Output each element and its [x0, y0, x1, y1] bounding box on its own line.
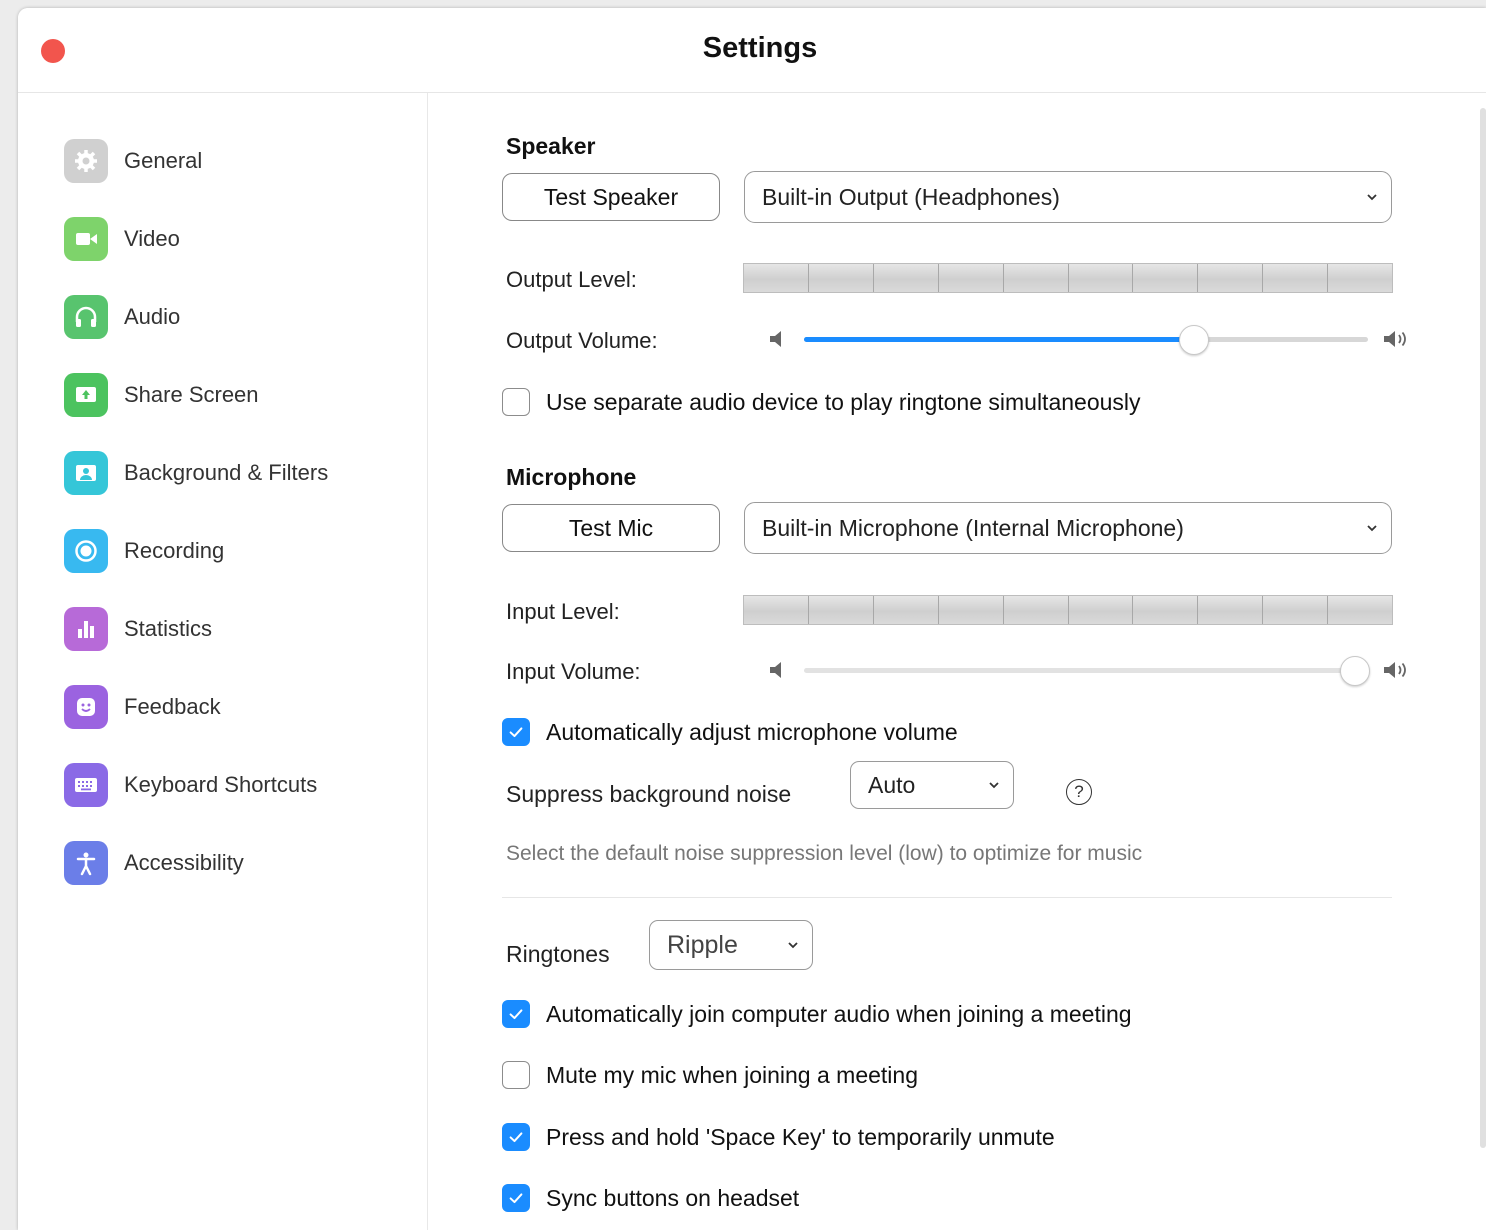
input-volume-slider[interactable] [804, 656, 1370, 686]
chevron-down-icon [788, 942, 798, 949]
auto-adjust-mic-option[interactable]: Automatically adjust microphone volume [502, 718, 958, 746]
output-level-label: Output Level: [506, 267, 637, 292]
noise-suppression-value: Auto [868, 771, 916, 798]
input-volume-thumb[interactable] [1339, 656, 1370, 686]
sync-headset-buttons-label: Sync buttons on headset [546, 1184, 800, 1211]
volume-low-icon [770, 331, 781, 347]
output-volume-slider[interactable] [804, 325, 1368, 355]
noise-suppression-select[interactable]: Auto [850, 761, 1014, 809]
separate-ringtone-device-label: Use separate audio device to play ringto… [546, 388, 1141, 415]
title-bar: Settings [18, 8, 1486, 93]
headphones-icon [64, 295, 108, 339]
sidebar-item-label: Feedback [124, 694, 221, 719]
feedback-icon [64, 685, 108, 729]
separate-ringtone-device-checkbox[interactable] [502, 388, 530, 416]
chevron-down-icon [989, 782, 999, 789]
sidebar-item-accessibility[interactable]: Accessibility [64, 838, 404, 888]
suppress-noise-label: Suppress background noise [506, 781, 792, 807]
sidebar-item-label: Audio [124, 304, 181, 329]
settings-window: Settings General Video Audio Share Scree… [18, 8, 1486, 1230]
accessibility-icon [64, 841, 108, 885]
sidebar-item-label: Video [124, 226, 180, 251]
sidebar-item-feedback[interactable]: Feedback [64, 682, 404, 732]
ringtone-value: Ripple [667, 930, 738, 959]
sidebar: General Video Audio Share Screen Backgro… [18, 93, 428, 1230]
auto-join-audio-label: Automatically join computer audio when j… [546, 1000, 1132, 1027]
sidebar-item-statistics[interactable]: Statistics [64, 604, 404, 654]
sync-headset-buttons-checkbox[interactable] [502, 1184, 530, 1212]
test-mic-button[interactable]: Test Mic [502, 504, 720, 552]
chevron-down-icon [1367, 194, 1377, 201]
input-level-meter [743, 595, 1393, 625]
auto-adjust-mic-label: Automatically adjust microphone volume [546, 718, 958, 745]
volume-low-icon [770, 662, 781, 678]
sidebar-item-label: Background & Filters [124, 460, 329, 485]
sidebar-item-audio[interactable]: Audio [64, 292, 404, 342]
microphone-section-title: Microphone [506, 464, 637, 490]
speaker-section-title: Speaker [506, 133, 596, 159]
ringtones-label: Ringtones [506, 941, 610, 967]
sidebar-item-label: Keyboard Shortcuts [124, 772, 318, 797]
sidebar-item-label: Accessibility [124, 850, 244, 875]
sidebar-item-background-filters[interactable]: Background & Filters [64, 448, 404, 498]
mute-on-join-label: Mute my mic when joining a meeting [546, 1061, 918, 1088]
scrollbar[interactable] [1480, 108, 1486, 1148]
gear-icon [64, 139, 108, 183]
sidebar-item-label: Share Screen [124, 382, 259, 407]
test-speaker-button[interactable]: Test Speaker [502, 173, 720, 221]
space-key-unmute-checkbox[interactable] [502, 1123, 530, 1151]
sidebar-item-label: Recording [124, 538, 225, 563]
checkmark-icon [509, 727, 523, 738]
chevron-down-icon [1367, 525, 1377, 532]
keyboard-icon [64, 763, 108, 807]
output-volume-label: Output Volume: [506, 328, 658, 353]
input-volume-label: Input Volume: [506, 659, 641, 684]
speaker-device-select[interactable]: Built-in Output (Headphones) [744, 171, 1392, 223]
auto-join-audio-option[interactable]: Automatically join computer audio when j… [502, 1000, 1132, 1028]
sidebar-item-share-screen[interactable]: Share Screen [64, 370, 404, 420]
volume-high-icon [1384, 662, 1406, 678]
auto-adjust-mic-checkbox[interactable] [502, 718, 530, 746]
ringtone-select[interactable]: Ripple [649, 920, 813, 970]
audio-settings-panel: Speaker Test Speaker Built-in Output (He… [428, 93, 1486, 1230]
separate-ringtone-device-option[interactable]: Use separate audio device to play ringto… [502, 388, 1141, 416]
mute-on-join-option[interactable]: Mute my mic when joining a meeting [502, 1061, 918, 1089]
sidebar-item-recording[interactable]: Recording [64, 526, 404, 576]
microphone-device-select[interactable]: Built-in Microphone (Internal Microphone… [744, 502, 1392, 554]
space-key-unmute-label: Press and hold 'Space Key' to temporaril… [546, 1123, 1055, 1150]
checkmark-icon [509, 1132, 523, 1143]
background-icon [64, 451, 108, 495]
sidebar-item-label: Statistics [124, 616, 213, 641]
space-key-unmute-option[interactable]: Press and hold 'Space Key' to temporaril… [502, 1123, 1055, 1151]
share-screen-icon [64, 373, 108, 417]
window-title: Settings [702, 32, 818, 64]
sidebar-item-general[interactable]: General [64, 136, 404, 186]
noise-suppression-hint: Select the default noise suppression lev… [506, 842, 1143, 865]
mute-on-join-checkbox[interactable] [502, 1061, 530, 1089]
microphone-device-value: Built-in Microphone (Internal Microphone… [762, 514, 1184, 541]
sidebar-item-keyboard-shortcuts[interactable]: Keyboard Shortcuts [64, 760, 404, 810]
output-volume-fill [804, 337, 1194, 342]
checkmark-icon [509, 1009, 523, 1020]
checkmark-icon [509, 1193, 523, 1204]
auto-join-audio-checkbox[interactable] [502, 1000, 530, 1028]
sync-headset-buttons-option[interactable]: Sync buttons on headset [502, 1184, 799, 1212]
recording-icon [64, 529, 108, 573]
sidebar-item-label: General [124, 148, 203, 173]
sidebar-item-video[interactable]: Video [64, 214, 404, 264]
video-camera-icon [64, 217, 108, 261]
speaker-device-value: Built-in Output (Headphones) [762, 183, 1060, 210]
statistics-icon [64, 607, 108, 651]
help-icon[interactable]: ? [1066, 779, 1092, 805]
input-level-label: Input Level: [506, 599, 620, 624]
volume-high-icon [1384, 331, 1406, 347]
section-divider [502, 897, 1392, 898]
output-volume-thumb[interactable] [1179, 325, 1210, 355]
output-level-meter [743, 263, 1393, 293]
